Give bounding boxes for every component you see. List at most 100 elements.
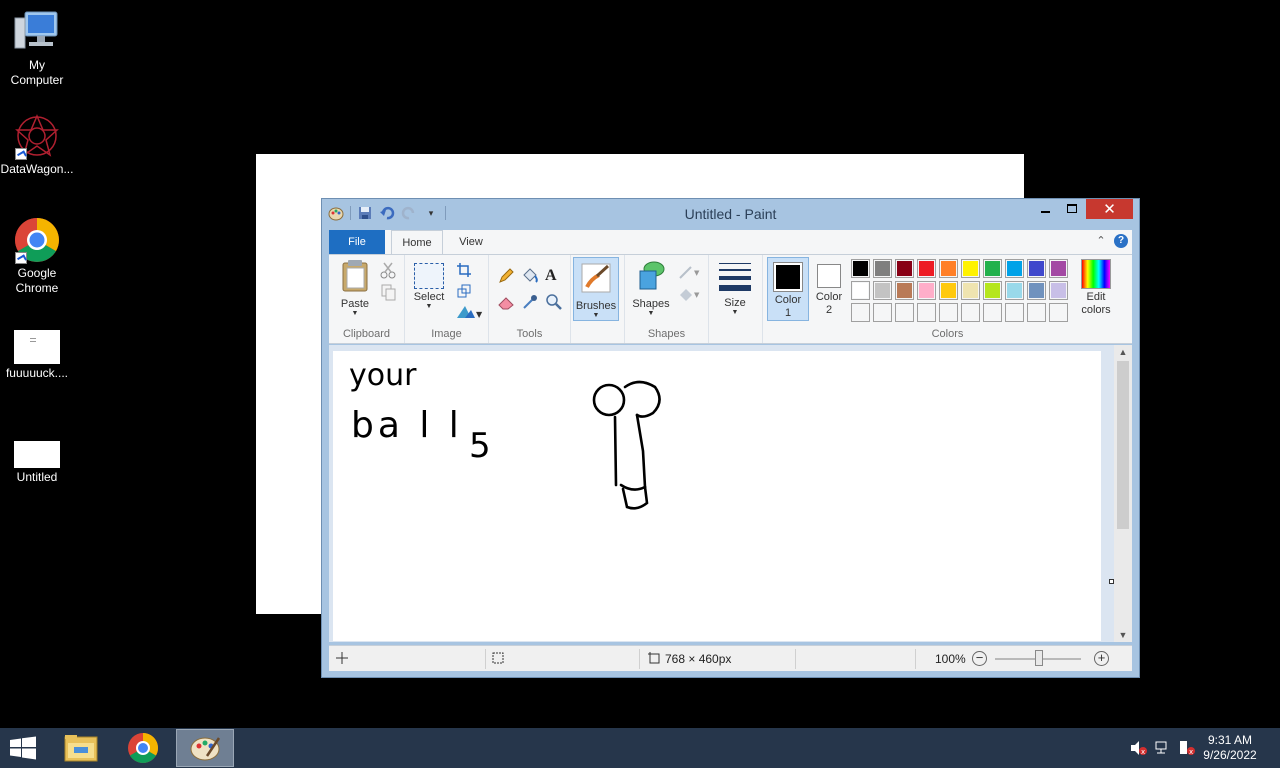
palette-custom-slot[interactable] xyxy=(1027,303,1046,322)
swatch-fill xyxy=(875,305,890,320)
crop-icon[interactable] xyxy=(455,261,473,279)
rotate-icon[interactable]: ▼ xyxy=(455,303,483,321)
brushes-button[interactable]: Brushes ▼ xyxy=(573,257,619,321)
shapes-button[interactable]: Shapes ▼ xyxy=(629,259,673,318)
swatch-fill xyxy=(919,261,934,276)
swatch-fill xyxy=(1051,305,1066,320)
zoom-slider-thumb[interactable] xyxy=(1035,650,1043,666)
palette-swatch[interactable] xyxy=(961,259,980,278)
palette-swatch[interactable] xyxy=(895,259,914,278)
palette-custom-slot[interactable] xyxy=(939,303,958,322)
start-button[interactable] xyxy=(8,736,38,760)
taskbar-chrome[interactable] xyxy=(114,729,172,767)
taskbar: x x 9:31 AM 9/26/2022 xyxy=(0,728,1280,768)
palette-swatch[interactable] xyxy=(851,281,870,300)
taskbar-file-explorer[interactable] xyxy=(52,729,110,767)
palette-swatch[interactable] xyxy=(1005,281,1024,300)
palette-swatch[interactable] xyxy=(1027,281,1046,300)
copy-icon[interactable] xyxy=(379,283,397,301)
swatch-fill xyxy=(985,283,1000,298)
edit-colors-label-2: colors xyxy=(1081,304,1111,316)
fill-bucket-icon[interactable] xyxy=(521,267,539,285)
swatch-fill xyxy=(897,283,912,298)
size-button[interactable]: Size ▼ xyxy=(717,261,753,317)
outline-icon: ▼ xyxy=(677,263,703,281)
desktop-icon-google-chrome[interactable]: Google Chrome xyxy=(0,216,74,296)
palette-swatch[interactable] xyxy=(873,281,892,300)
palette-custom-slot[interactable] xyxy=(961,303,980,322)
minimize-button[interactable] xyxy=(1032,199,1059,219)
clock[interactable]: 9:31 AM 9/26/2022 xyxy=(1200,733,1260,763)
palette-swatch[interactable] xyxy=(961,281,980,300)
scrollbar-thumb[interactable] xyxy=(1117,361,1129,529)
palette-swatch[interactable] xyxy=(939,259,958,278)
select-button[interactable]: Select ▼ xyxy=(411,263,447,311)
tab-view[interactable]: View xyxy=(449,230,493,254)
clock-date: 9/26/2022 xyxy=(1203,748,1257,762)
scroll-down-icon[interactable]: ▼ xyxy=(1114,628,1132,642)
paste-button[interactable]: Paste ▼ xyxy=(335,259,375,318)
swatch-fill xyxy=(853,261,868,276)
swatch-fill xyxy=(1029,261,1044,276)
palette-swatch[interactable] xyxy=(983,259,1002,278)
color2-button[interactable]: Color 2 xyxy=(811,257,847,321)
palette-swatch[interactable] xyxy=(1027,259,1046,278)
palette-custom-slot[interactable] xyxy=(873,303,892,322)
palette-swatch[interactable] xyxy=(917,259,936,278)
palette-swatch[interactable] xyxy=(983,281,1002,300)
help-icon[interactable]: ? xyxy=(1114,234,1128,248)
size-label: Size xyxy=(724,297,746,309)
palette-swatch[interactable] xyxy=(939,281,958,300)
color-picker-icon[interactable] xyxy=(521,293,539,311)
text-tool-icon[interactable]: A xyxy=(545,267,563,285)
vertical-scrollbar[interactable]: ▲ ▼ xyxy=(1114,345,1132,642)
tab-file[interactable]: File xyxy=(329,230,385,254)
palette-custom-slot[interactable] xyxy=(1049,303,1068,322)
title-bar[interactable]: ▾ Untitled - Paint ✕ xyxy=(322,199,1139,229)
palette-swatch[interactable] xyxy=(895,281,914,300)
action-center-icon[interactable]: x xyxy=(1178,740,1196,759)
palette-swatch[interactable] xyxy=(1005,259,1024,278)
select-icon xyxy=(414,263,444,289)
minimize-ribbon-icon[interactable]: ⌃ xyxy=(1094,234,1108,248)
palette-custom-slot[interactable] xyxy=(983,303,1002,322)
taskbar-paint[interactable] xyxy=(176,729,234,767)
desktop-icon-fuuuuuck[interactable]: fuuuuuck.... xyxy=(0,330,74,381)
palette-custom-slot[interactable] xyxy=(851,303,870,322)
cut-icon[interactable] xyxy=(379,261,397,279)
palette-swatch[interactable] xyxy=(1049,259,1068,278)
color1-button[interactable]: Color 1 xyxy=(767,257,809,321)
palette-swatch[interactable] xyxy=(873,259,892,278)
resize-icon[interactable] xyxy=(455,282,473,300)
shapes-group: Shapes ▼ ▼ ▼ Shapes xyxy=(625,255,709,343)
desktop-icon-untitled[interactable]: Untitled xyxy=(0,441,74,485)
eraser-icon[interactable] xyxy=(497,293,515,311)
palette-swatch[interactable] xyxy=(1049,281,1068,300)
desktop-icon-datawagon[interactable]: DataWagon... xyxy=(0,112,74,177)
tab-home[interactable]: Home xyxy=(391,230,443,255)
status-separator xyxy=(639,649,640,669)
scroll-up-icon[interactable]: ▲ xyxy=(1114,345,1132,359)
palette-custom-slot[interactable] xyxy=(895,303,914,322)
palette-swatch[interactable] xyxy=(917,281,936,300)
palette-custom-slot[interactable] xyxy=(917,303,936,322)
swatch-fill xyxy=(875,283,890,298)
ribbon-tabs: File Home View ⌃ ? xyxy=(329,230,1132,255)
shortcut-arrow-icon xyxy=(15,252,27,264)
drawing-canvas[interactable]: your ba l l 5 xyxy=(333,351,1101,641)
magnifier-icon[interactable] xyxy=(545,293,563,311)
edit-colors-button[interactable]: Edit colors xyxy=(1073,259,1119,316)
zoom-in-icon[interactable]: + xyxy=(1094,651,1109,666)
desktop-icon-my-computer[interactable]: My Computer xyxy=(0,8,74,88)
canvas-text-5: 5 xyxy=(469,426,491,466)
close-button[interactable]: ✕ xyxy=(1086,199,1133,219)
palette-swatch[interactable] xyxy=(851,259,870,278)
desktop-icon-label: My xyxy=(29,58,45,72)
volume-muted-icon[interactable]: x xyxy=(1130,740,1148,759)
palette-custom-slot[interactable] xyxy=(1005,303,1024,322)
maximize-button[interactable] xyxy=(1059,199,1086,219)
pencil-icon[interactable] xyxy=(497,267,515,285)
network-icon[interactable] xyxy=(1154,740,1172,759)
line-width-icon xyxy=(719,263,751,291)
zoom-out-icon[interactable]: − xyxy=(972,651,987,666)
